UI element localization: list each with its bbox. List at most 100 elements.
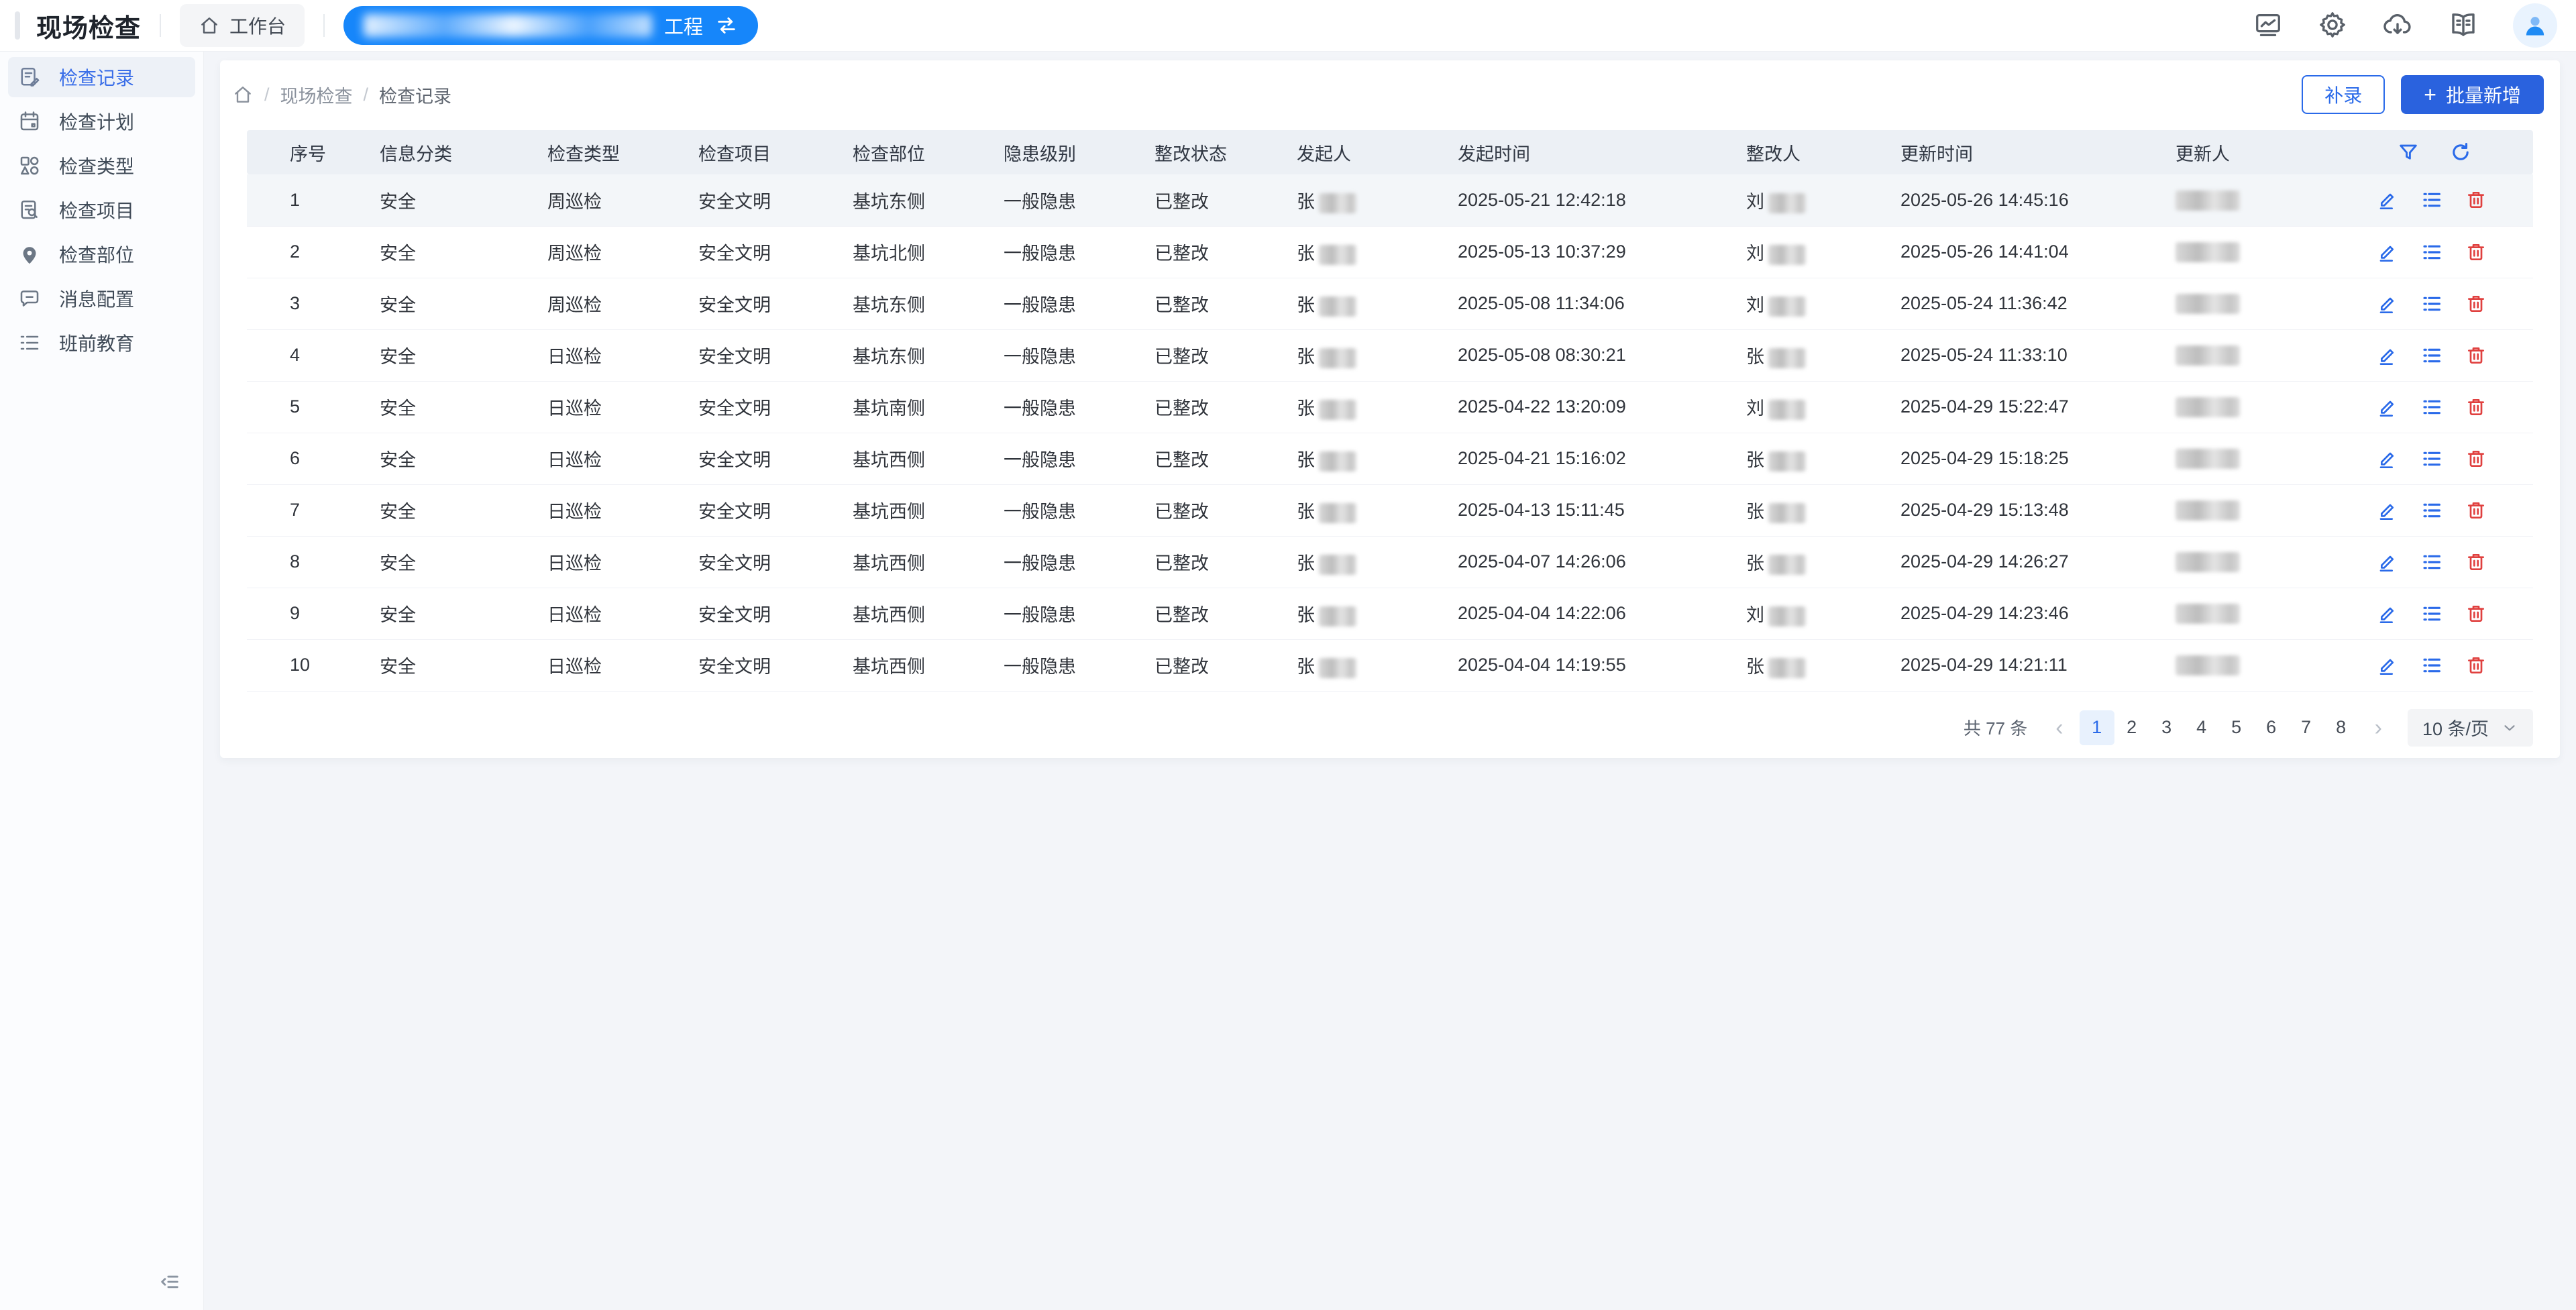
edit-button[interactable] (2377, 293, 2398, 315)
cell-actions (2377, 484, 2533, 536)
cell-no: 6 (247, 433, 380, 484)
workbench-button[interactable]: 工作台 (180, 4, 305, 47)
cell-item: 安全文明 (698, 278, 853, 329)
project-switcher-pill[interactable]: 工程 (343, 6, 758, 45)
edit-button[interactable] (2377, 655, 2398, 676)
breadcrumb-section[interactable]: 现场检查 (280, 82, 353, 108)
column-header: 整改人 (1746, 130, 1900, 174)
detail-button[interactable] (2421, 241, 2443, 263)
cell-actions (2377, 278, 2533, 329)
detail-button[interactable] (2421, 655, 2443, 676)
detail-button[interactable] (2421, 293, 2443, 315)
page-button-3[interactable]: 3 (2149, 710, 2184, 745)
delete-button[interactable] (2465, 189, 2487, 211)
detail-button[interactable] (2421, 189, 2443, 211)
edit-button[interactable] (2377, 345, 2398, 366)
gear-icon[interactable] (2317, 9, 2348, 42)
sidebar-item-inspection-parts[interactable]: 检查部位 (8, 234, 195, 274)
page-button-1[interactable]: 1 (2080, 710, 2114, 745)
redacted-text (1768, 658, 1806, 678)
total-count: 共 77 条 (1964, 715, 2027, 740)
edit-button[interactable] (2377, 500, 2398, 521)
sidebar-item-inspection-plans[interactable]: 检查计划 (8, 101, 195, 142)
edit-icon (2377, 655, 2398, 676)
page-buttons: 12345678 (2080, 710, 2359, 745)
project-name-suffix: 工程 (664, 11, 703, 40)
page-button-8[interactable]: 8 (2324, 710, 2359, 745)
cell-initiator: 张 (1297, 588, 1458, 639)
detail-icon (2421, 448, 2443, 470)
edit-button[interactable] (2377, 396, 2398, 418)
supplementary-entry-button[interactable]: 补录 (2302, 75, 2385, 114)
edit-button[interactable] (2377, 603, 2398, 624)
sidebar-item-label: 检查项目 (59, 197, 134, 223)
redacted-text (1319, 658, 1356, 678)
delete-button[interactable] (2465, 241, 2487, 263)
filter-button[interactable] (2397, 141, 2420, 164)
cell-status: 已整改 (1155, 381, 1297, 433)
next-page-button[interactable]: › (2368, 716, 2389, 739)
sidebar-item-inspection-items[interactable]: 检查项目 (8, 190, 195, 230)
detail-button[interactable] (2421, 345, 2443, 366)
detail-button[interactable] (2421, 603, 2443, 624)
cell-item: 安全文明 (698, 588, 853, 639)
cell-updated-at: 2025-04-29 15:18:25 (1900, 433, 2176, 484)
edit-button[interactable] (2377, 448, 2398, 470)
delete-button[interactable] (2465, 396, 2487, 418)
sidebar-item-inspection-records[interactable]: 检查记录 (8, 57, 195, 97)
edit-icon (2377, 551, 2398, 573)
page-button-7[interactable]: 7 (2289, 710, 2324, 745)
batch-add-button[interactable]: + 批量新增 (2401, 75, 2544, 114)
page-size-select[interactable]: 10 条/页 (2408, 709, 2533, 747)
user-avatar[interactable] (2513, 3, 2557, 48)
delete-button[interactable] (2465, 448, 2487, 470)
cell-item: 安全文明 (698, 536, 853, 588)
cell-initiated-at: 2025-04-07 14:26:06 (1458, 536, 1746, 588)
edit-button[interactable] (2377, 189, 2398, 211)
page-button-4[interactable]: 4 (2184, 710, 2219, 745)
cell-updater (2176, 329, 2377, 381)
page-button-2[interactable]: 2 (2114, 710, 2149, 745)
detail-button[interactable] (2421, 396, 2443, 418)
sidebar-item-label: 班前教育 (59, 329, 134, 356)
detail-button[interactable] (2421, 500, 2443, 521)
cell-type: 日巡检 (547, 536, 698, 588)
delete-button[interactable] (2465, 655, 2487, 676)
detail-button[interactable] (2421, 448, 2443, 470)
sidebar-collapse-icon[interactable] (158, 1270, 181, 1295)
cell-rectifier: 刘 (1746, 226, 1900, 278)
delete-icon (2465, 448, 2487, 470)
page-button-5[interactable]: 5 (2219, 710, 2254, 745)
sidebar-item-inspection-types[interactable]: 检查类型 (8, 146, 195, 186)
home-icon[interactable] (232, 84, 254, 105)
table-row: 4安全日巡检安全文明基坑东侧一般隐患已整改张2025-05-08 08:30:2… (247, 329, 2533, 381)
cell-initiator: 张 (1297, 484, 1458, 536)
delete-button[interactable] (2465, 551, 2487, 573)
page-button-6[interactable]: 6 (2254, 710, 2289, 745)
column-header: 检查部位 (853, 130, 1004, 174)
cell-actions (2377, 536, 2533, 588)
delete-button[interactable] (2465, 293, 2487, 315)
monitor-icon[interactable] (2253, 9, 2284, 42)
redacted-text (1768, 348, 1806, 368)
row-actions (2377, 500, 2533, 521)
delete-button[interactable] (2465, 603, 2487, 624)
edit-button[interactable] (2377, 551, 2398, 573)
sidebar-item-pre-shift-education[interactable]: 班前教育 (8, 323, 195, 363)
delete-icon (2465, 500, 2487, 521)
detail-button[interactable] (2421, 551, 2443, 573)
sidebar-item-message-config[interactable]: 消息配置 (8, 278, 195, 319)
book-icon[interactable] (2447, 9, 2479, 43)
cloud-download-icon[interactable] (2381, 9, 2414, 43)
edit-button[interactable] (2377, 241, 2398, 263)
cell-level: 一般隐患 (1004, 329, 1155, 381)
cell-part: 基坑西侧 (853, 536, 1004, 588)
delete-button[interactable] (2465, 345, 2487, 366)
prev-page-button[interactable]: ‹ (2049, 716, 2070, 739)
cell-level: 一般隐患 (1004, 174, 1155, 226)
refresh-button[interactable] (2449, 141, 2472, 164)
delete-button[interactable] (2465, 500, 2487, 521)
cell-no: 5 (247, 381, 380, 433)
cell-status: 已整改 (1155, 484, 1297, 536)
cell-initiator: 张 (1297, 639, 1458, 691)
